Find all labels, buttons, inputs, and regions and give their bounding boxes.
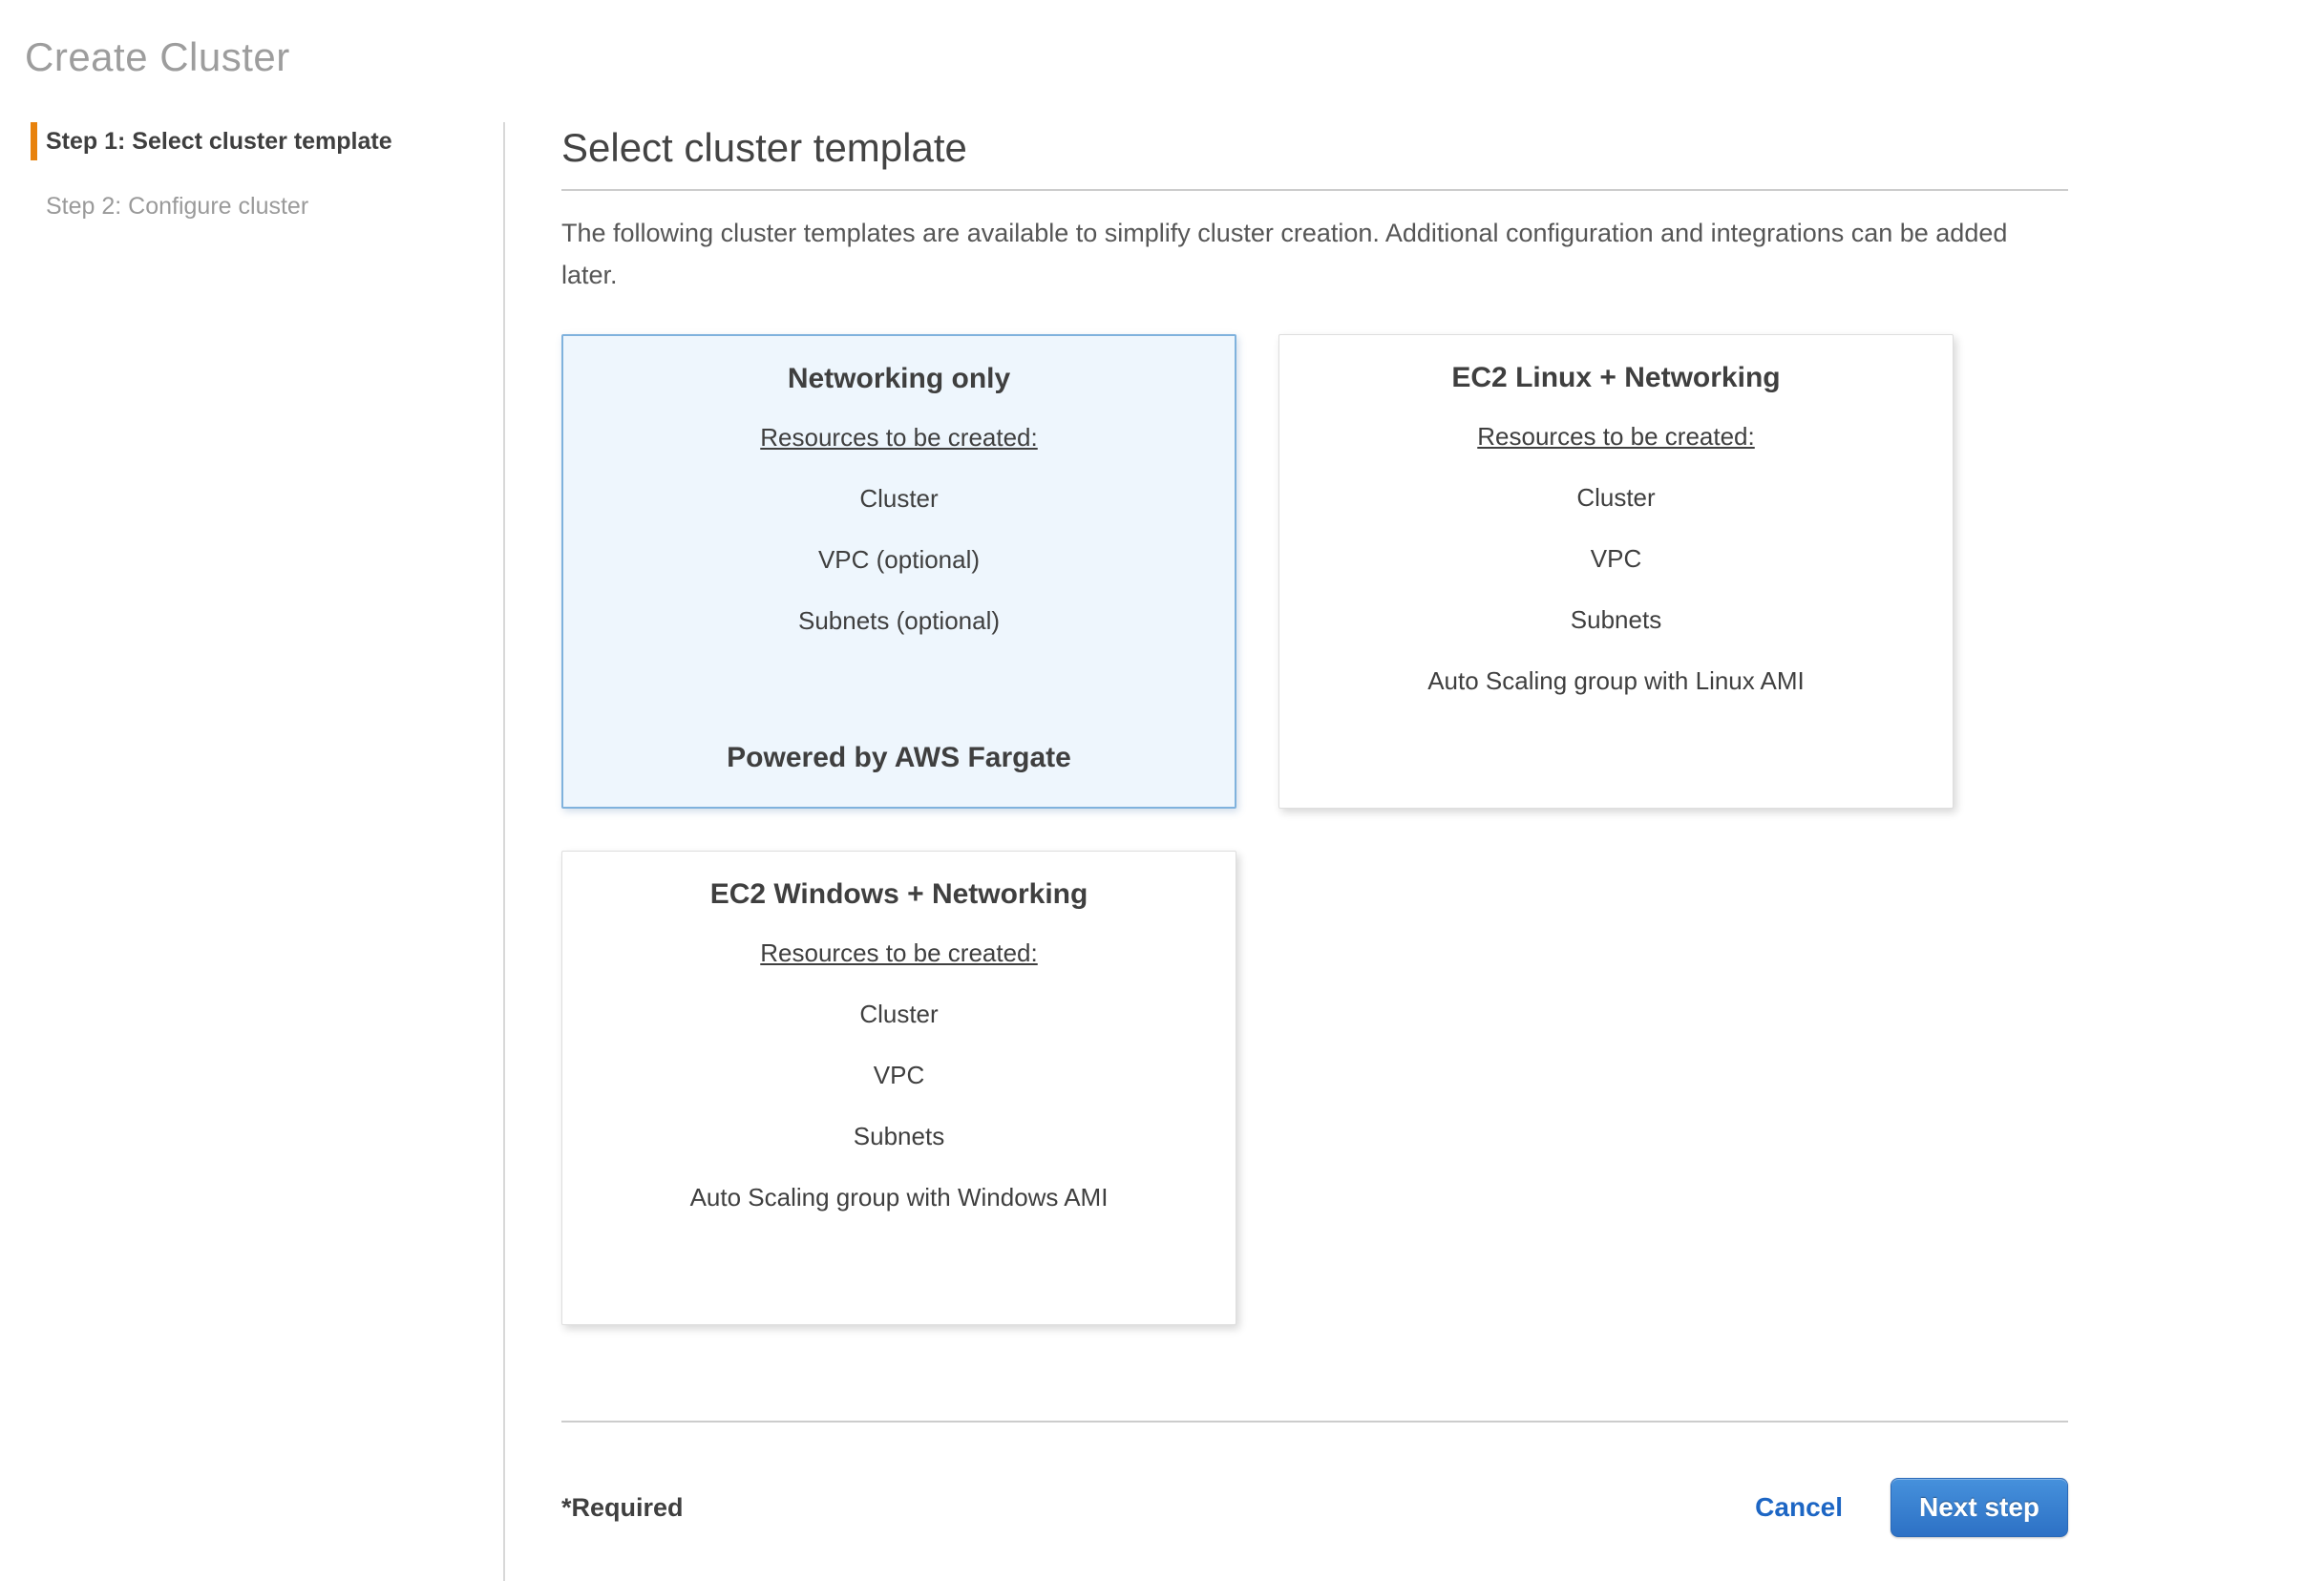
sidebar-divider	[503, 122, 505, 1581]
card-title: EC2 Windows + Networking	[562, 876, 1236, 913]
card-title: Networking only	[563, 361, 1235, 397]
resource-item: Subnets	[1279, 604, 1953, 635]
section-description: The following cluster templates are avai…	[561, 212, 2068, 296]
next-step-button[interactable]: Next step	[1891, 1478, 2068, 1537]
resource-item: Subnets	[562, 1121, 1236, 1151]
card-title: EC2 Linux + Networking	[1279, 360, 1953, 396]
required-note: *Required	[561, 1493, 684, 1523]
template-card-ec2-linux-networking[interactable]: EC2 Linux + Networking Resources to be c…	[1278, 334, 1954, 809]
resource-item: VPC (optional)	[563, 544, 1235, 575]
resources-heading: Resources to be created:	[1279, 421, 1953, 452]
page-title: Create Cluster	[25, 32, 290, 82]
resources-heading: Resources to be created:	[562, 938, 1236, 968]
resources-heading: Resources to be created:	[563, 422, 1235, 453]
resource-item: VPC	[1279, 543, 1953, 574]
footer-actions: *Required Cancel Next step	[561, 1478, 2068, 1537]
resource-item: Cluster	[563, 483, 1235, 514]
footer-divider	[561, 1421, 2068, 1423]
sidebar-step-2[interactable]: Step 2: Configure cluster	[31, 187, 503, 225]
main-content: Select cluster template The following cl…	[561, 122, 2068, 1537]
heading-divider	[561, 189, 2068, 191]
card-footnote: Powered by AWS Fargate	[563, 742, 1235, 774]
resource-item: Cluster	[562, 999, 1236, 1029]
resource-item: VPC	[562, 1060, 1236, 1090]
resource-item: Auto Scaling group with Linux AMI	[1279, 665, 1953, 696]
template-card-ec2-windows-networking[interactable]: EC2 Windows + Networking Resources to be…	[561, 851, 1236, 1325]
sidebar-step-1[interactable]: Step 1: Select cluster template	[31, 122, 503, 160]
template-card-networking-only[interactable]: Networking only Resources to be created:…	[561, 334, 1236, 809]
resource-item: Auto Scaling group with Windows AMI	[562, 1182, 1236, 1212]
resource-item: Subnets (optional)	[563, 605, 1235, 636]
wizard-steps-sidebar: Step 1: Select cluster template Step 2: …	[0, 122, 503, 252]
template-cards: Networking only Resources to be created:…	[561, 334, 2068, 1325]
resource-item: Cluster	[1279, 482, 1953, 513]
cancel-button[interactable]: Cancel	[1755, 1492, 1843, 1523]
section-title: Select cluster template	[561, 122, 2068, 174]
